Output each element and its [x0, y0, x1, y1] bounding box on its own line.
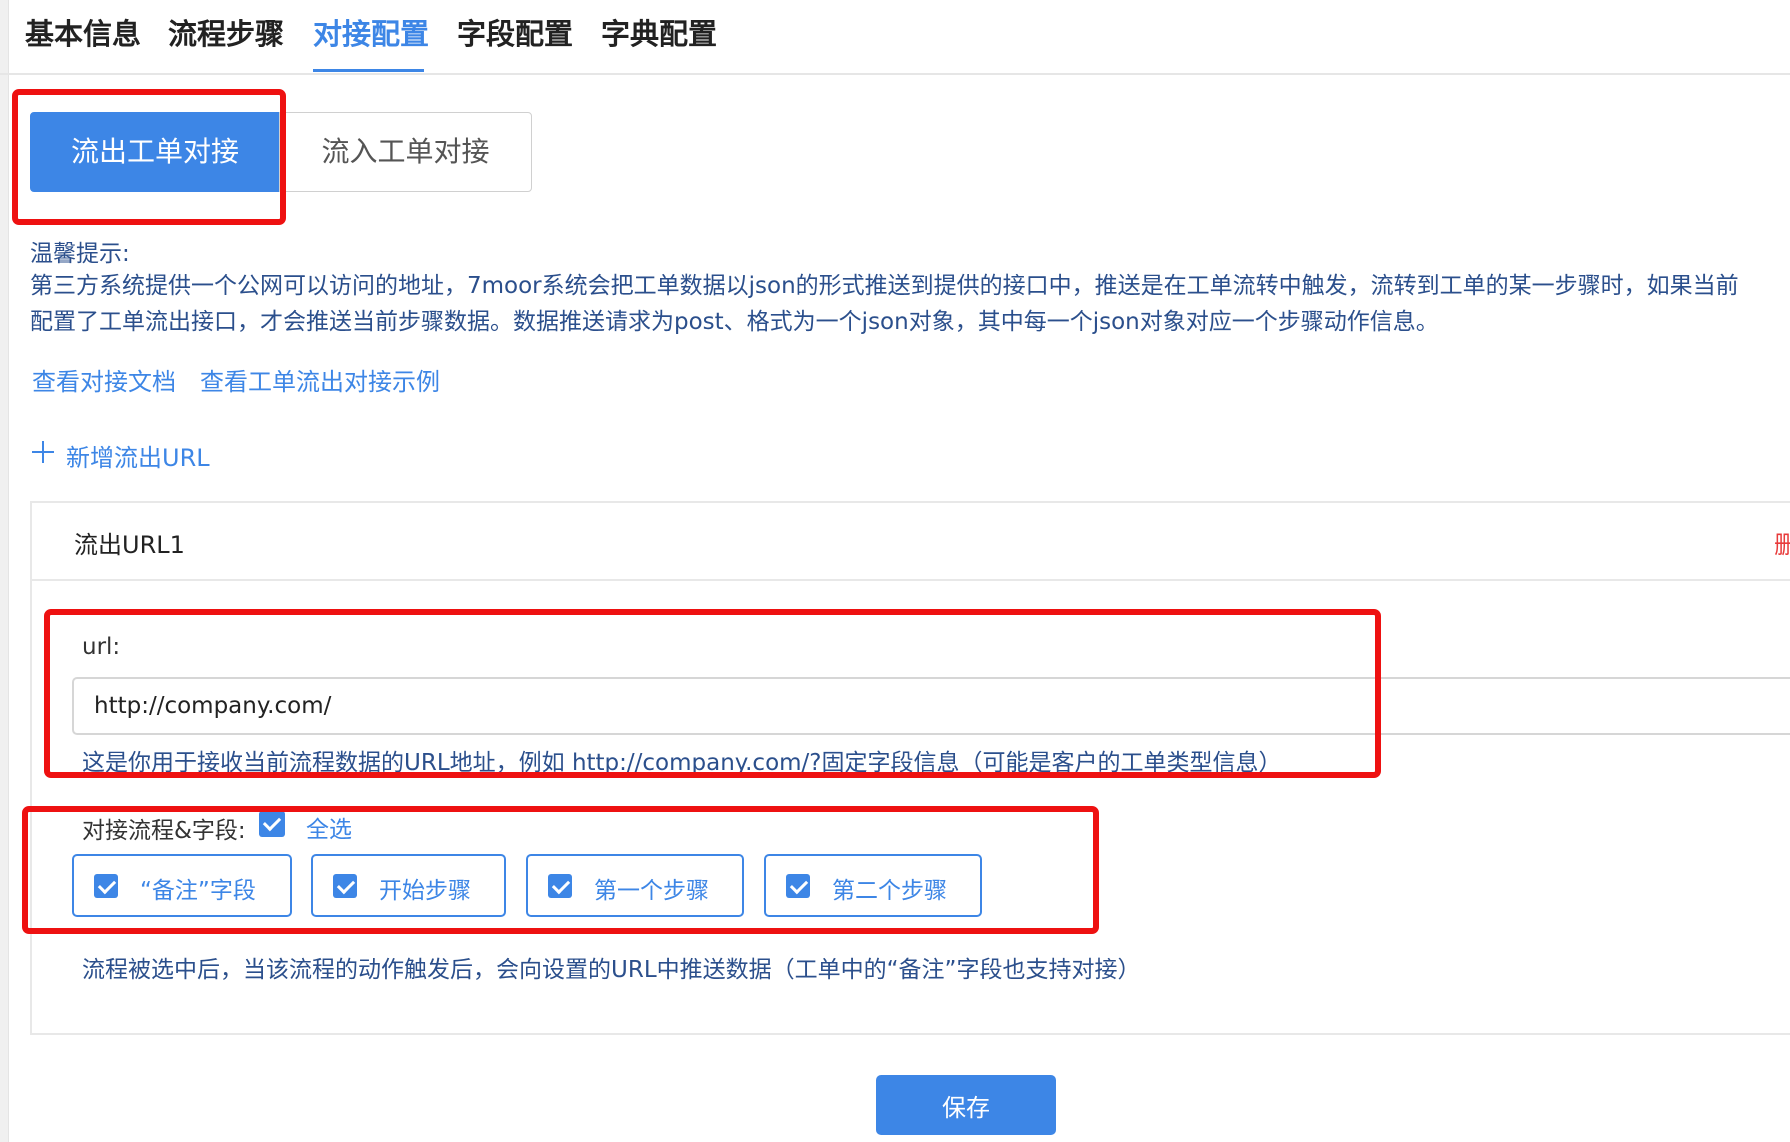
annotation-highlight-box — [44, 609, 1381, 778]
delete-url-button[interactable]: 删 — [1774, 525, 1790, 560]
top-tab-bar: 基本信息 流程步骤 对接配置 字段配置 字典配置 — [0, 0, 1790, 75]
segment-inflow-ticket[interactable]: 流入工单对接 — [279, 112, 532, 192]
hint-line-2: 配置了工单流出接口，才会推送当前步骤数据。数据推送请求为post、格式为一个js… — [30, 309, 1439, 335]
annotation-highlight-box — [22, 806, 1099, 934]
view-docs-link[interactable]: 查看对接文档 — [32, 362, 176, 397]
hint-body: 第三方系统提供一个公网可以访问的地址，7moor系统会把工单数据以json的形式… — [30, 268, 1739, 340]
left-edge — [0, 0, 9, 1142]
hint-line-1: 第三方系统提供一个公网可以访问的地址，7moor系统会把工单数据以json的形式… — [30, 273, 1739, 299]
view-example-link[interactable]: 查看工单流出对接示例 — [200, 362, 440, 397]
save-button[interactable]: 保存 — [876, 1075, 1056, 1135]
tab-basic-info[interactable]: 基本信息 — [25, 14, 141, 54]
card-header: 流出URL1 删 — [32, 503, 1790, 581]
plus-icon[interactable] — [32, 441, 54, 463]
add-outflow-url-button[interactable]: 新增流出URL — [66, 438, 210, 473]
active-tab-indicator — [313, 69, 424, 72]
tab-process-steps[interactable]: 流程步骤 — [168, 14, 284, 54]
hint-title: 温馨提示: — [30, 241, 130, 267]
tab-field-config[interactable]: 字段配置 — [457, 14, 573, 54]
tab-integration-config[interactable]: 对接配置 — [313, 14, 429, 54]
card-title: 流出URL1 — [74, 531, 185, 559]
tab-dictionary-config[interactable]: 字典配置 — [601, 14, 717, 54]
annotation-highlight-box — [12, 89, 286, 225]
fields-footnote: 流程被选中后，当该流程的动作触发后，会向设置的URL中推送数据（工单中的“备注”… — [82, 957, 1141, 983]
